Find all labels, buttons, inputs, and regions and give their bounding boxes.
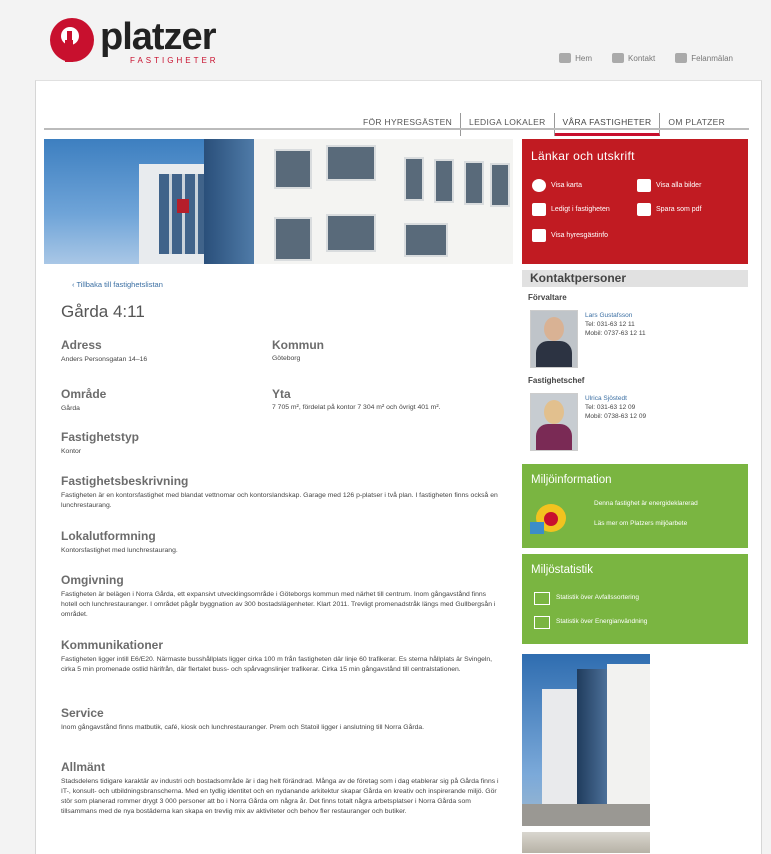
miljostatistik-box: Miljöstatistik Statistik över Avfallssor… [522,554,748,644]
service-value: Inom gångavstånd finns matbutik, café, k… [61,724,425,731]
service-section: Service Inom gångavstånd finns matbutik,… [61,706,501,733]
nav-divider [44,128,749,130]
lokalutformning-label: Lokalutformning [61,529,156,543]
adress-section: Adress Anders Personsgatan 14–16 [61,338,261,365]
logo-sub: FASTIGHETER [130,56,219,65]
links-box: Länkar och utskrift Visa karta Visa alla… [522,139,748,264]
top-links: Hem Kontakt Felanmälan [559,53,733,63]
miljoinfo-box: Miljöinformation Denna fastighet är ener… [522,464,748,548]
link-visa-alla-bilder[interactable]: Visa alla bilder [637,179,701,192]
avatar [530,393,578,451]
info-icon [532,229,546,242]
omrade-section: Område Gårda [61,387,261,414]
home-icon [559,53,572,63]
page-title: Gårda 4:11 [61,302,145,321]
adress-label: Adress [61,338,102,352]
contact-mob-1: Mobil: 0737-63 12 11 [585,330,646,338]
contact-mob-2: Mobil: 0738-63 12 09 [585,413,647,421]
line-chart-icon [534,616,550,629]
contact-info-1: Lars Gustafsson Tel: 031-63 12 11 Mobil:… [585,311,646,338]
contact-info-2: Ulrica Sjöstedt Tel: 031-63 12 09 Mobil:… [585,394,646,421]
print-icon [637,203,651,216]
kommun-label: Kommun [272,338,324,352]
platzer-logo[interactable]: platzer FASTIGHETER [50,18,219,65]
globe-icon [532,179,546,192]
platzer-logo-icon [50,18,94,62]
building-photo[interactable] [522,654,650,826]
yta-section: Yta 7 705 m², fördelat på kontor 7 304 m… [272,387,441,411]
role-forvaltare: Förvaltare [528,293,567,302]
eco-flower-icon [530,500,570,536]
kontakt-title: Kontaktpersoner [522,270,748,287]
contact-name-1[interactable]: Lars Gustafsson [585,311,646,320]
omrade-value: Gårda [61,405,80,412]
lokalutformning-value: Kontorsfastighet med lunchrestaurang. [61,547,178,554]
main-nav: FÖR HYRESGÄSTEN LEDIGA LOKALER VÅRA FAST… [355,113,733,136]
yta-label: Yta [272,387,291,401]
lokalutformning-section: Lokalutformning Kontorsfastighet med lun… [61,529,501,556]
fastighetstyp-label: Fastighetstyp [61,430,140,444]
omgivning-label: Omgivning [61,573,124,587]
report-link[interactable]: Felanmälan [675,53,733,63]
beskrivning-section: Fastighetsbeskrivning Fastigheten är en … [61,474,501,511]
kommunikationer-label: Kommunikationer [61,638,164,652]
building-photo-2[interactable] [522,832,650,853]
allmant-label: Allmänt [61,760,106,774]
images-icon [637,179,651,192]
nav-item-lediga-lokaler[interactable]: LEDIGA LOKALER [461,113,555,136]
allmant-value: Stadsdelens tidigare karaktär av industr… [61,778,499,815]
page: platzer FASTIGHETER Hem Kontakt Felanmäl… [0,0,771,854]
contact-link[interactable]: Kontakt [612,53,655,63]
fastighetstyp-section: Fastighetstyp Kontor [61,430,501,457]
kommunikationer-value: Fastigheten ligger intill E6/E20. Närmas… [61,656,493,673]
avatar [530,310,578,368]
kommunikationer-section: Kommunikationer Fastigheten ligger intil… [61,638,501,675]
yta-value: 7 705 m², fördelat på kontor 7 304 m² oc… [272,404,441,411]
miljoinfo-link-2[interactable]: Läs mer om Platzers miljöarbete [594,520,687,527]
nav-item-vara-fastigheter[interactable]: VÅRA FASTIGHETER [554,113,661,136]
beskrivning-value: Fastigheten är en kontorsfastighet med b… [61,492,498,509]
nav-item-hyresgasten[interactable]: FÖR HYRESGÄSTEN [355,113,462,136]
bar-chart-icon [534,592,550,605]
thumb-icon [532,203,546,216]
banner-image [44,139,513,264]
contact-tel-1: Tel: 031-63 12 11 [585,321,635,329]
omrade-label: Område [61,387,107,401]
miljoinfo-title: Miljöinformation [531,474,612,486]
link-visa-hyresgastinfo[interactable]: Visa hyresgästinfo [532,229,608,242]
miljoinfo-link-1[interactable]: Denna fastighet är energideklarerad [594,500,698,507]
fastighetstyp-value: Kontor [61,448,82,455]
link-ledigt-i-fastigheten[interactable]: Ledigt i fastigheten [532,203,610,216]
contact-name-2[interactable]: Ulrica Sjöstedt [585,394,646,403]
home-link[interactable]: Hem [559,53,592,63]
beskrivning-label: Fastighetsbeskrivning [61,474,189,488]
contact-tel-2: Tel: 031-63 12 09 [585,404,636,412]
back-link[interactable]: ‹ Tillbaka till fastighetslistan [72,280,163,289]
links-box-title: Länkar och utskrift [531,149,635,163]
link-visa-karta[interactable]: Visa karta [532,179,582,192]
miljostatistik-link-1[interactable]: Statistik över Avfallssortering [556,594,639,601]
role-fastighetschef: Fastighetschef [528,376,585,385]
omgivning-section: Omgivning Fastigheten är belägen i Norra… [61,573,501,620]
allmant-section: Allmänt Stadsdelens tidigare karaktär av… [61,760,501,816]
miljostatistik-link-2[interactable]: Statistik över Energianvändning [556,618,647,625]
kommun-value: Göteborg [272,355,301,362]
phone-icon [612,53,625,63]
service-label: Service [61,706,104,720]
adress-value: Anders Personsgatan 14–16 [61,356,148,363]
miljostatistik-title: Miljöstatistik [531,564,593,576]
link-spara-som-pdf[interactable]: Spara som pdf [637,203,702,216]
wrench-icon [675,53,688,63]
kommun-section: Kommun Göteborg [272,338,324,362]
omgivning-value: Fastigheten är belägen i Norra Gårda, et… [61,591,496,618]
logo-name: platzer [100,16,216,58]
nav-item-om-platzer[interactable]: OM PLATZER [660,113,733,136]
